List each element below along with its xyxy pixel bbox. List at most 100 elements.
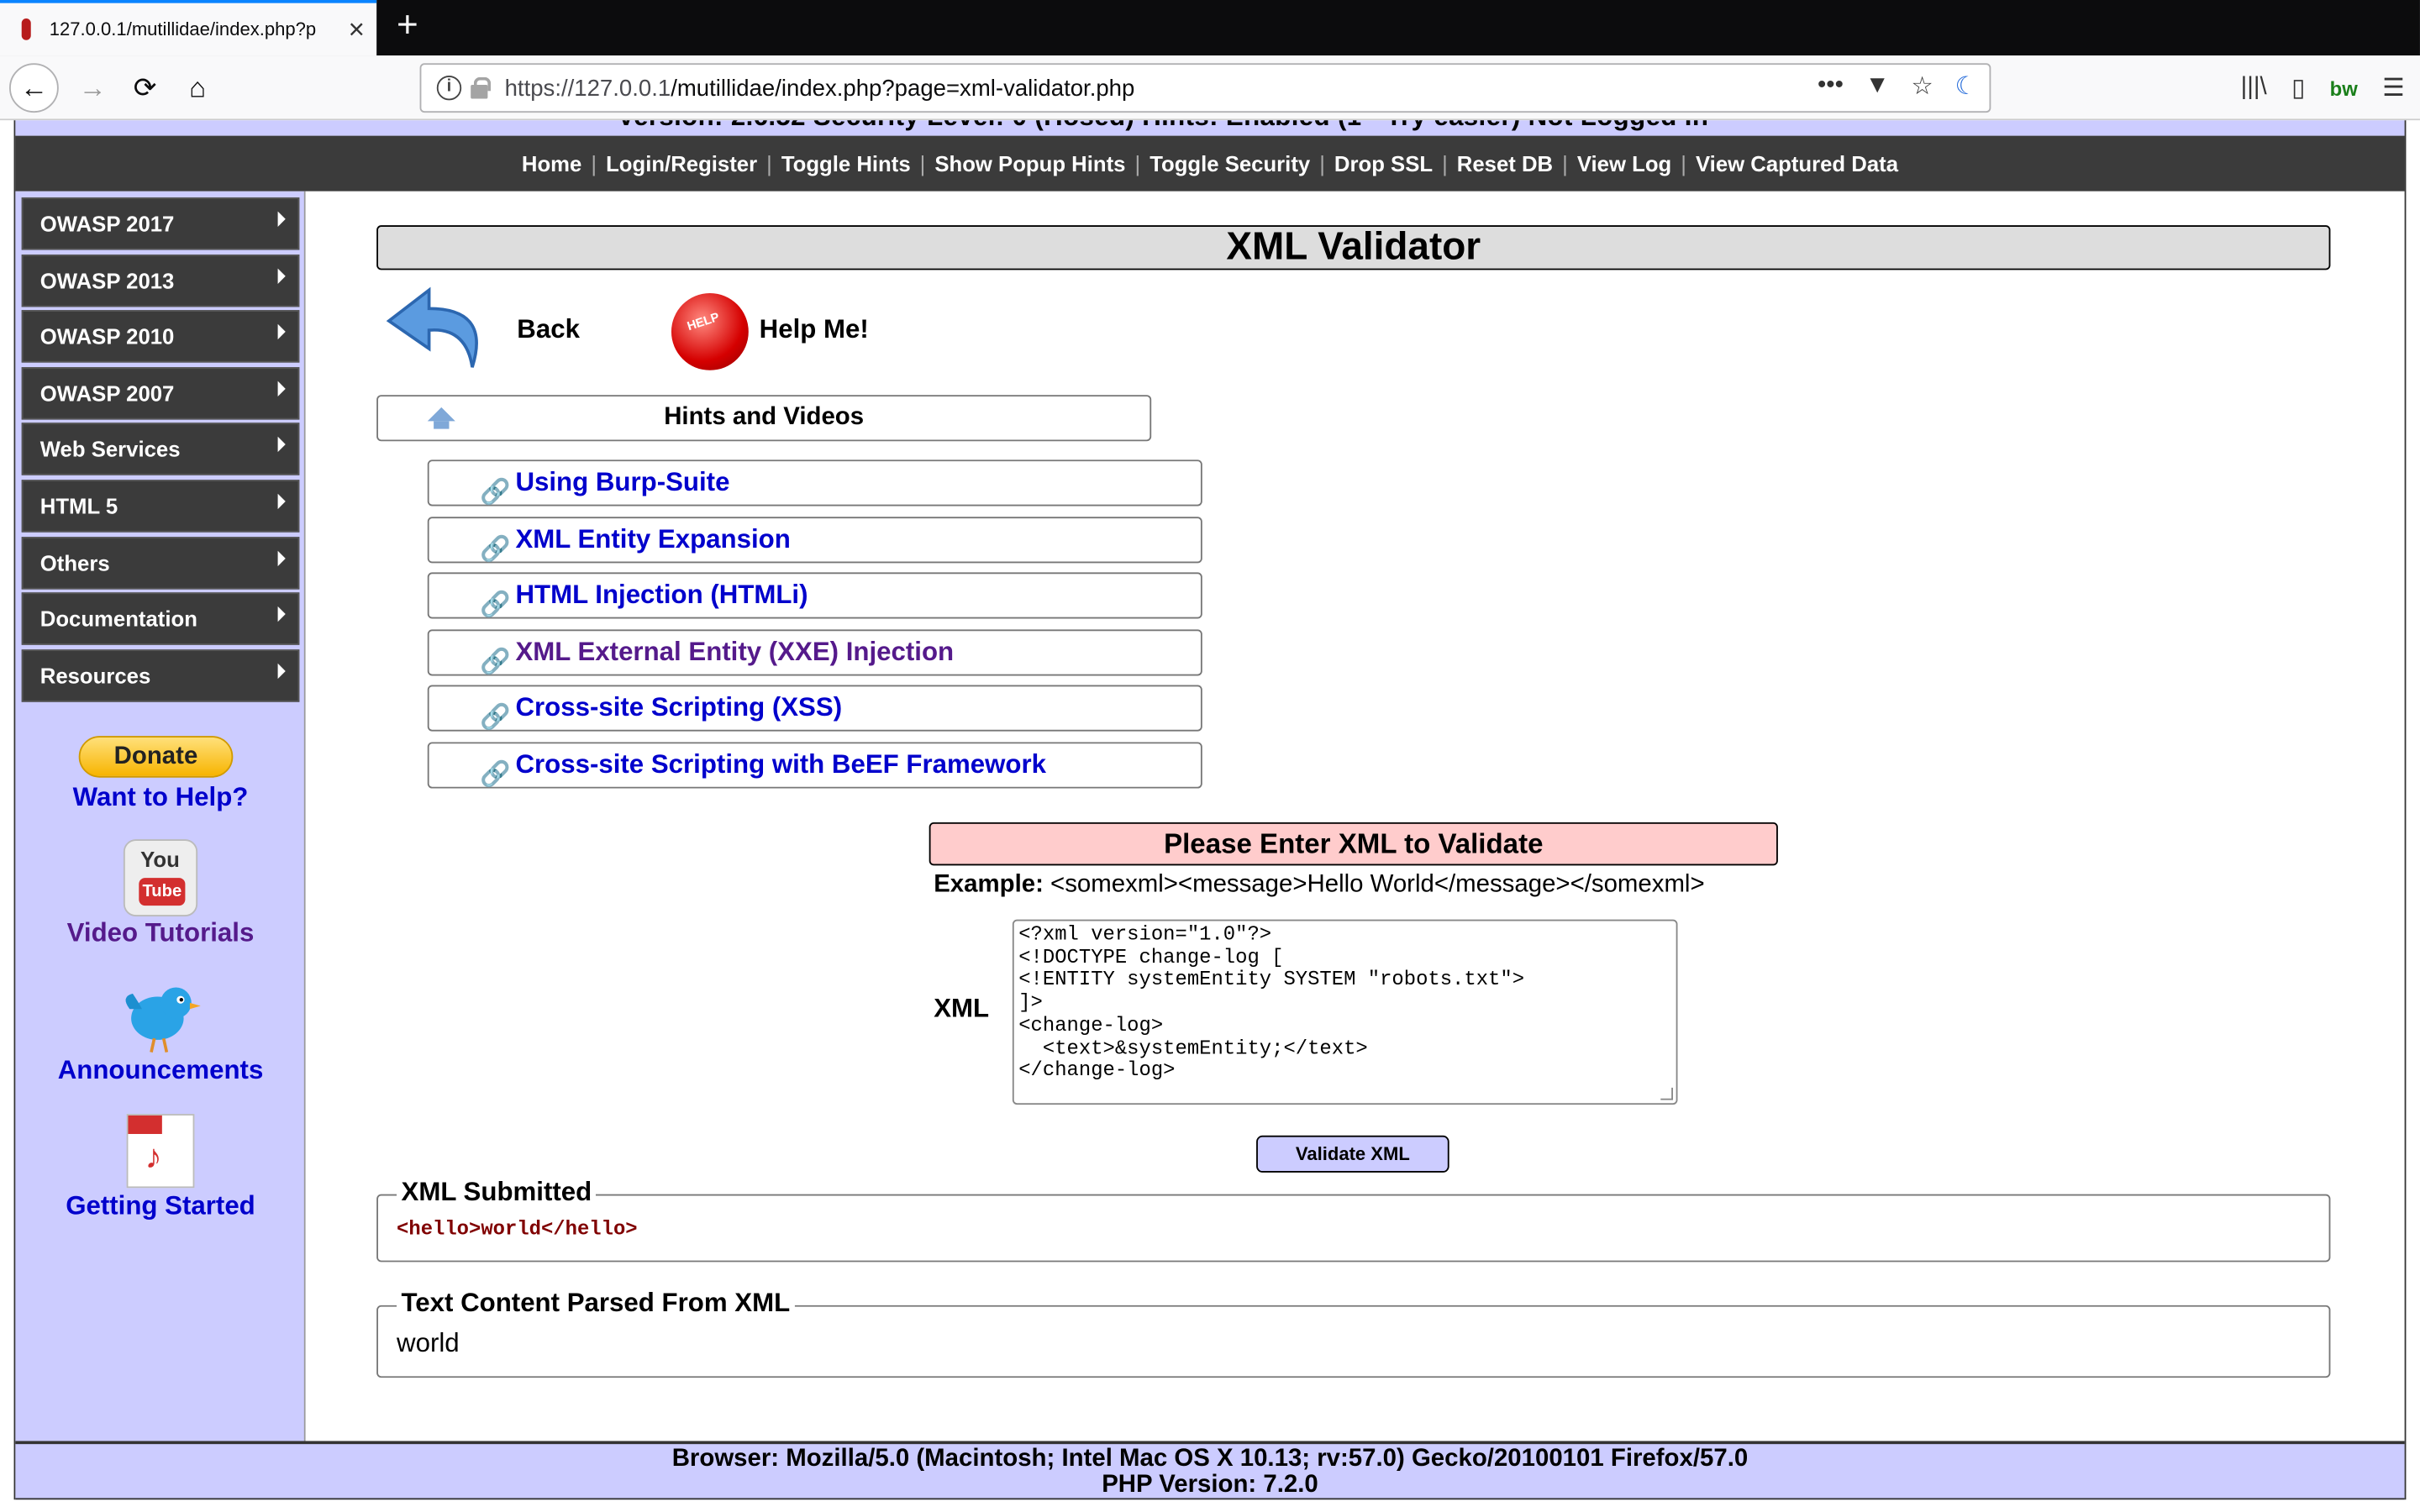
hint-link-xxe-injection[interactable]: 🔗 XML External Entity (XXE) Injection [427,629,1202,676]
page-frame: Version: 2.6.52 Security Level: 0 (Hosed… [13,120,2407,1500]
example-label: Example: [934,871,1044,898]
menu-view-log[interactable]: View Log [1571,151,1678,176]
caret-right-icon [277,663,286,679]
sidebar-item-label: OWASP 2013 [39,267,175,293]
want-to-help-link[interactable]: Want to Help? [15,782,305,813]
close-tab-icon[interactable]: × [336,13,376,46]
sidebar-item-label: Resources [39,663,151,688]
sidebar-item-others[interactable]: Others [21,536,300,589]
new-tab-icon[interactable]: + [389,5,426,48]
menu-view-captured-data[interactable]: View Captured Data [1690,151,1905,176]
main-content: XML Validator Back HELP Help Me! Hints a… [305,191,2405,1441]
getting-started-link[interactable]: Getting Started [15,1191,305,1222]
link-icon: 🔗 [480,649,511,676]
extension-icon[interactable]: ☾ [1954,71,1976,102]
caret-right-icon [277,549,286,566]
sidebar-item-owasp-2007[interactable]: OWASP 2007 [21,366,300,420]
youtube-you-text: You [140,847,180,872]
hint-label: Using Burp-Suite [515,467,730,497]
url-bar[interactable]: i https://127.0.0.1/mutillidae/index.php… [419,63,1991,113]
hint-link-html-injection[interactable]: 🔗 HTML Injection (HTMLi) [427,572,1202,619]
tab-bar: 127.0.0.1/mutillidae/index.php?p × + [0,0,2420,56]
sidebar-item-resources[interactable]: Resources [21,648,300,702]
menu-separator: | [1134,150,1141,176]
sidebar-icon[interactable]: ▯ [2291,72,2305,103]
xml-textarea[interactable]: <?xml version="1.0"?> <!DOCTYPE change-l… [1012,919,1678,1105]
sidebar-item-owasp-2010[interactable]: OWASP 2010 [21,310,300,363]
up-arrow-icon [427,407,455,422]
sidebar-item-documentation[interactable]: Documentation [21,592,300,646]
ant-favicon-icon [18,18,34,40]
more-options-icon[interactable]: ••• [1818,72,1844,100]
up-arrow-base [434,421,450,429]
caret-right-icon [277,381,286,396]
link-icon: 🔗 [480,480,511,507]
home-icon[interactable]: ⌂ [173,63,223,113]
url-text[interactable]: https://127.0.0.1/mutillidae/index.php?p… [505,75,1990,101]
video-tutorials-link[interactable]: Video Tutorials [15,918,305,949]
sidebar-item-owasp-2017[interactable]: OWASP 2017 [21,197,300,250]
menu-home[interactable]: Home [516,151,588,176]
url-bar-icons: ••• ▼ ☆ ☾ [1818,71,1977,102]
library-icon[interactable]: |||\ [2241,74,2267,102]
enter-xml-heading: Please Enter XML to Validate [929,822,1778,866]
menu-login-register[interactable]: Login/Register [600,151,764,176]
sidebar-menu: OWASP 2017 OWASP 2013 OWASP 2010 OWASP 2… [21,197,300,706]
help-me-link[interactable]: Help Me! [760,315,869,346]
menu-show-popup-hints[interactable]: Show Popup Hints [929,151,1132,176]
youtube-icon[interactable]: You Tube [123,839,198,916]
status-text: Version: 2.6.52 Security Level: 0 (Hosed… [618,120,1709,133]
sidebar-item-label: OWASP 2010 [39,324,175,349]
back-arrow-icon[interactable] [383,281,494,380]
back-link[interactable]: Back [517,315,580,346]
link-icon: 🔗 [480,592,511,619]
bookmark-star-icon[interactable]: ☆ [1911,71,1933,102]
back-arrow-icon[interactable]: ← [9,63,59,113]
url-host: https://127.0.0.1 [504,75,671,102]
resize-handle-icon[interactable] [1660,1087,1673,1100]
validate-xml-button[interactable]: Validate XML [1256,1135,1449,1173]
xml-submitted-legend: XML Submitted [397,1177,597,1209]
hints-title: Hints and Videos [664,404,865,431]
sidebar-item-html5[interactable]: HTML 5 [21,480,300,533]
hamburger-menu-icon[interactable]: ☰ [2382,72,2404,103]
pdf-icon[interactable]: ♪ [126,1114,195,1189]
twitter-bird-icon[interactable] [120,975,201,1056]
help-button-icon[interactable]: HELP [671,292,749,370]
hint-label: Cross-site Scripting with BeEF Framework [515,749,1047,780]
browser-tab[interactable]: 127.0.0.1/mutillidae/index.php?p × [0,0,377,56]
hints-and-videos-toggle[interactable]: Hints and Videos [376,395,1152,442]
sidebar-item-web-services[interactable]: Web Services [21,423,300,476]
web-page: Version: 2.6.52 Security Level: 0 (Hosed… [0,120,2420,1512]
hint-link-burp-suite[interactable]: 🔗 Using Burp-Suite [427,459,1202,507]
url-path: /mutillidae/index.php?page=xml-validator… [671,75,1135,102]
info-icon[interactable]: i [436,75,462,101]
menu-separator: | [1442,150,1448,176]
hint-link-xss-beef[interactable]: 🔗 Cross-site Scripting with BeEF Framewor… [427,742,1202,789]
parsed-text-value: world [397,1328,460,1358]
lock-icon [468,76,492,100]
hint-link-xml-entity-expansion[interactable]: 🔗 XML Entity Expansion [427,517,1202,564]
sidebar-item-label: Others [39,549,110,575]
announcements-link[interactable]: Announcements [15,1055,305,1086]
reload-icon[interactable]: ⟳ [120,63,170,113]
footer-browser-info: Browser: Mozilla/5.0 (Macintosh; Intel M… [671,1445,1749,1473]
sidebar-item-owasp-2013[interactable]: OWASP 2013 [21,254,300,307]
sidebar-item-label: OWASP 2007 [39,381,175,406]
menu-toggle-security[interactable]: Toggle Security [1144,151,1317,176]
xml-textarea-value: <?xml version="1.0"?> <!DOCTYPE change-l… [1018,922,1525,1082]
bitwarden-icon[interactable]: bw [2330,76,2358,100]
parsed-text-fieldset: Text Content Parsed From XML world [376,1288,2331,1378]
forward-arrow-icon[interactable]: → [68,63,118,113]
tab-title: 127.0.0.1/mutillidae/index.php?p [49,18,317,40]
donate-button[interactable]: Donate [78,736,234,778]
nav-bar: ← → ⟳ ⌂ i https://127.0.0.1/mutillidae/i… [0,55,2420,121]
menu-toggle-hints[interactable]: Toggle Hints [775,151,916,176]
hint-label: Cross-site Scripting (XSS) [515,692,843,722]
menu-drop-ssl[interactable]: Drop SSL [1328,151,1439,176]
hint-link-xss[interactable]: 🔗 Cross-site Scripting (XSS) [427,685,1202,732]
pocket-icon[interactable]: ▼ [1865,72,1890,100]
xml-submitted-value: <hello>world</hello> [397,1217,638,1241]
menu-reset-db[interactable]: Reset DB [1450,151,1559,176]
footer-php-version: PHP Version: 7.2.0 [1102,1472,1318,1499]
